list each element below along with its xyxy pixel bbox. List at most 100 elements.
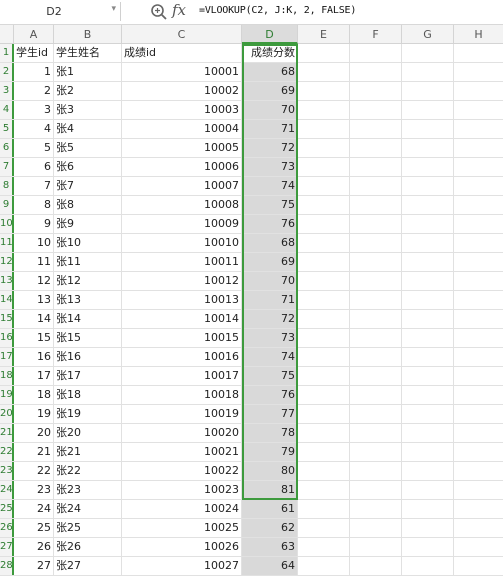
cell-h[interactable]: [454, 82, 503, 100]
cell-b1[interactable]: 学生姓名: [54, 44, 122, 62]
cell-b[interactable]: 张21: [54, 443, 122, 461]
cell-h[interactable]: [454, 500, 503, 518]
cell-h[interactable]: [454, 215, 503, 233]
cell-d[interactable]: 75: [242, 196, 298, 214]
cell-d[interactable]: 73: [242, 329, 298, 347]
cell-b[interactable]: 张5: [54, 139, 122, 157]
cell-c[interactable]: 10020: [122, 424, 242, 442]
cell-c[interactable]: 10006: [122, 158, 242, 176]
cell-d[interactable]: 61: [242, 500, 298, 518]
cell-b[interactable]: 张8: [54, 196, 122, 214]
cell-a[interactable]: 25: [14, 519, 54, 537]
cell-f[interactable]: [350, 310, 402, 328]
row-number[interactable]: 9: [0, 196, 14, 214]
cell-d[interactable]: 80: [242, 462, 298, 480]
cell-c[interactable]: 10024: [122, 500, 242, 518]
cell-b[interactable]: 张11: [54, 253, 122, 271]
cell-b[interactable]: 张4: [54, 120, 122, 138]
cell-c[interactable]: 10007: [122, 177, 242, 195]
cell-f[interactable]: [350, 215, 402, 233]
cell-c[interactable]: 10025: [122, 519, 242, 537]
row-number[interactable]: 25: [0, 500, 14, 518]
cell-f[interactable]: [350, 120, 402, 138]
magnifier-zoom-icon[interactable]: [150, 3, 168, 21]
cell-h[interactable]: [454, 405, 503, 423]
cell-g[interactable]: [402, 196, 454, 214]
cell-h[interactable]: [454, 177, 503, 195]
cell-g[interactable]: [402, 481, 454, 499]
cell-d[interactable]: 62: [242, 519, 298, 537]
cell-e[interactable]: [298, 500, 350, 518]
cell-f[interactable]: [350, 500, 402, 518]
row-number[interactable]: 21: [0, 424, 14, 442]
cell-e[interactable]: [298, 348, 350, 366]
cell-f[interactable]: [350, 329, 402, 347]
cell-f[interactable]: [350, 101, 402, 119]
cell-a[interactable]: 4: [14, 120, 54, 138]
cell-d[interactable]: 69: [242, 253, 298, 271]
cell-h[interactable]: [454, 63, 503, 81]
cell-g[interactable]: [402, 120, 454, 138]
cell-b[interactable]: 张6: [54, 158, 122, 176]
cell-h[interactable]: [454, 291, 503, 309]
row-number[interactable]: 4: [0, 101, 14, 119]
cell-c[interactable]: 10023: [122, 481, 242, 499]
cell-g[interactable]: [402, 215, 454, 233]
row-number[interactable]: 19: [0, 386, 14, 404]
cell-g[interactable]: [402, 63, 454, 81]
cell-c[interactable]: 10014: [122, 310, 242, 328]
cell-h[interactable]: [454, 462, 503, 480]
cell-a[interactable]: 5: [14, 139, 54, 157]
cell-a[interactable]: 7: [14, 177, 54, 195]
cell-b[interactable]: 张7: [54, 177, 122, 195]
cell-e[interactable]: [298, 443, 350, 461]
cell-b[interactable]: 张19: [54, 405, 122, 423]
cell-g[interactable]: [402, 519, 454, 537]
cell-g[interactable]: [402, 177, 454, 195]
cell-b[interactable]: 张27: [54, 557, 122, 575]
cell-h[interactable]: [454, 481, 503, 499]
cell-g[interactable]: [402, 424, 454, 442]
cell-e[interactable]: [298, 215, 350, 233]
column-header-e[interactable]: E: [298, 25, 350, 44]
cell-h[interactable]: [454, 253, 503, 271]
cell-c1[interactable]: 成绩id: [122, 44, 242, 62]
cell-h[interactable]: [454, 386, 503, 404]
cell-a[interactable]: 22: [14, 462, 54, 480]
cell-g[interactable]: [402, 234, 454, 252]
row-number[interactable]: 27: [0, 538, 14, 556]
cell-b[interactable]: 张15: [54, 329, 122, 347]
cell-g[interactable]: [402, 139, 454, 157]
formula-input[interactable]: =VLOOKUP(C2, J:K, 2, FALSE): [199, 5, 356, 16]
cell-a[interactable]: 15: [14, 329, 54, 347]
cell-e[interactable]: [298, 462, 350, 480]
cell-c[interactable]: 10017: [122, 367, 242, 385]
cell-f[interactable]: [350, 196, 402, 214]
cell-c[interactable]: 10012: [122, 272, 242, 290]
cell-g[interactable]: [402, 82, 454, 100]
cell-d[interactable]: 77: [242, 405, 298, 423]
row-number[interactable]: 15: [0, 310, 14, 328]
fx-icon[interactable]: fx: [172, 1, 186, 19]
cell-e[interactable]: [298, 158, 350, 176]
cell-c[interactable]: 10015: [122, 329, 242, 347]
cell-a1[interactable]: 学生id: [14, 44, 54, 62]
cell-e[interactable]: [298, 139, 350, 157]
cell-h[interactable]: [454, 424, 503, 442]
cell-a[interactable]: 8: [14, 196, 54, 214]
cell-f[interactable]: [350, 386, 402, 404]
cell-a[interactable]: 6: [14, 158, 54, 176]
cell-h[interactable]: [454, 272, 503, 290]
row-number[interactable]: 11: [0, 234, 14, 252]
cell-a[interactable]: 10: [14, 234, 54, 252]
select-all-corner[interactable]: [0, 25, 14, 44]
cell-c[interactable]: 10027: [122, 557, 242, 575]
cell-g[interactable]: [402, 291, 454, 309]
cell-a[interactable]: 19: [14, 405, 54, 423]
cell-h[interactable]: [454, 557, 503, 575]
cell-d[interactable]: 70: [242, 272, 298, 290]
cell-c[interactable]: 10018: [122, 386, 242, 404]
cell-a[interactable]: 1: [14, 63, 54, 81]
cell-b[interactable]: 张10: [54, 234, 122, 252]
row-number[interactable]: 12: [0, 253, 14, 271]
